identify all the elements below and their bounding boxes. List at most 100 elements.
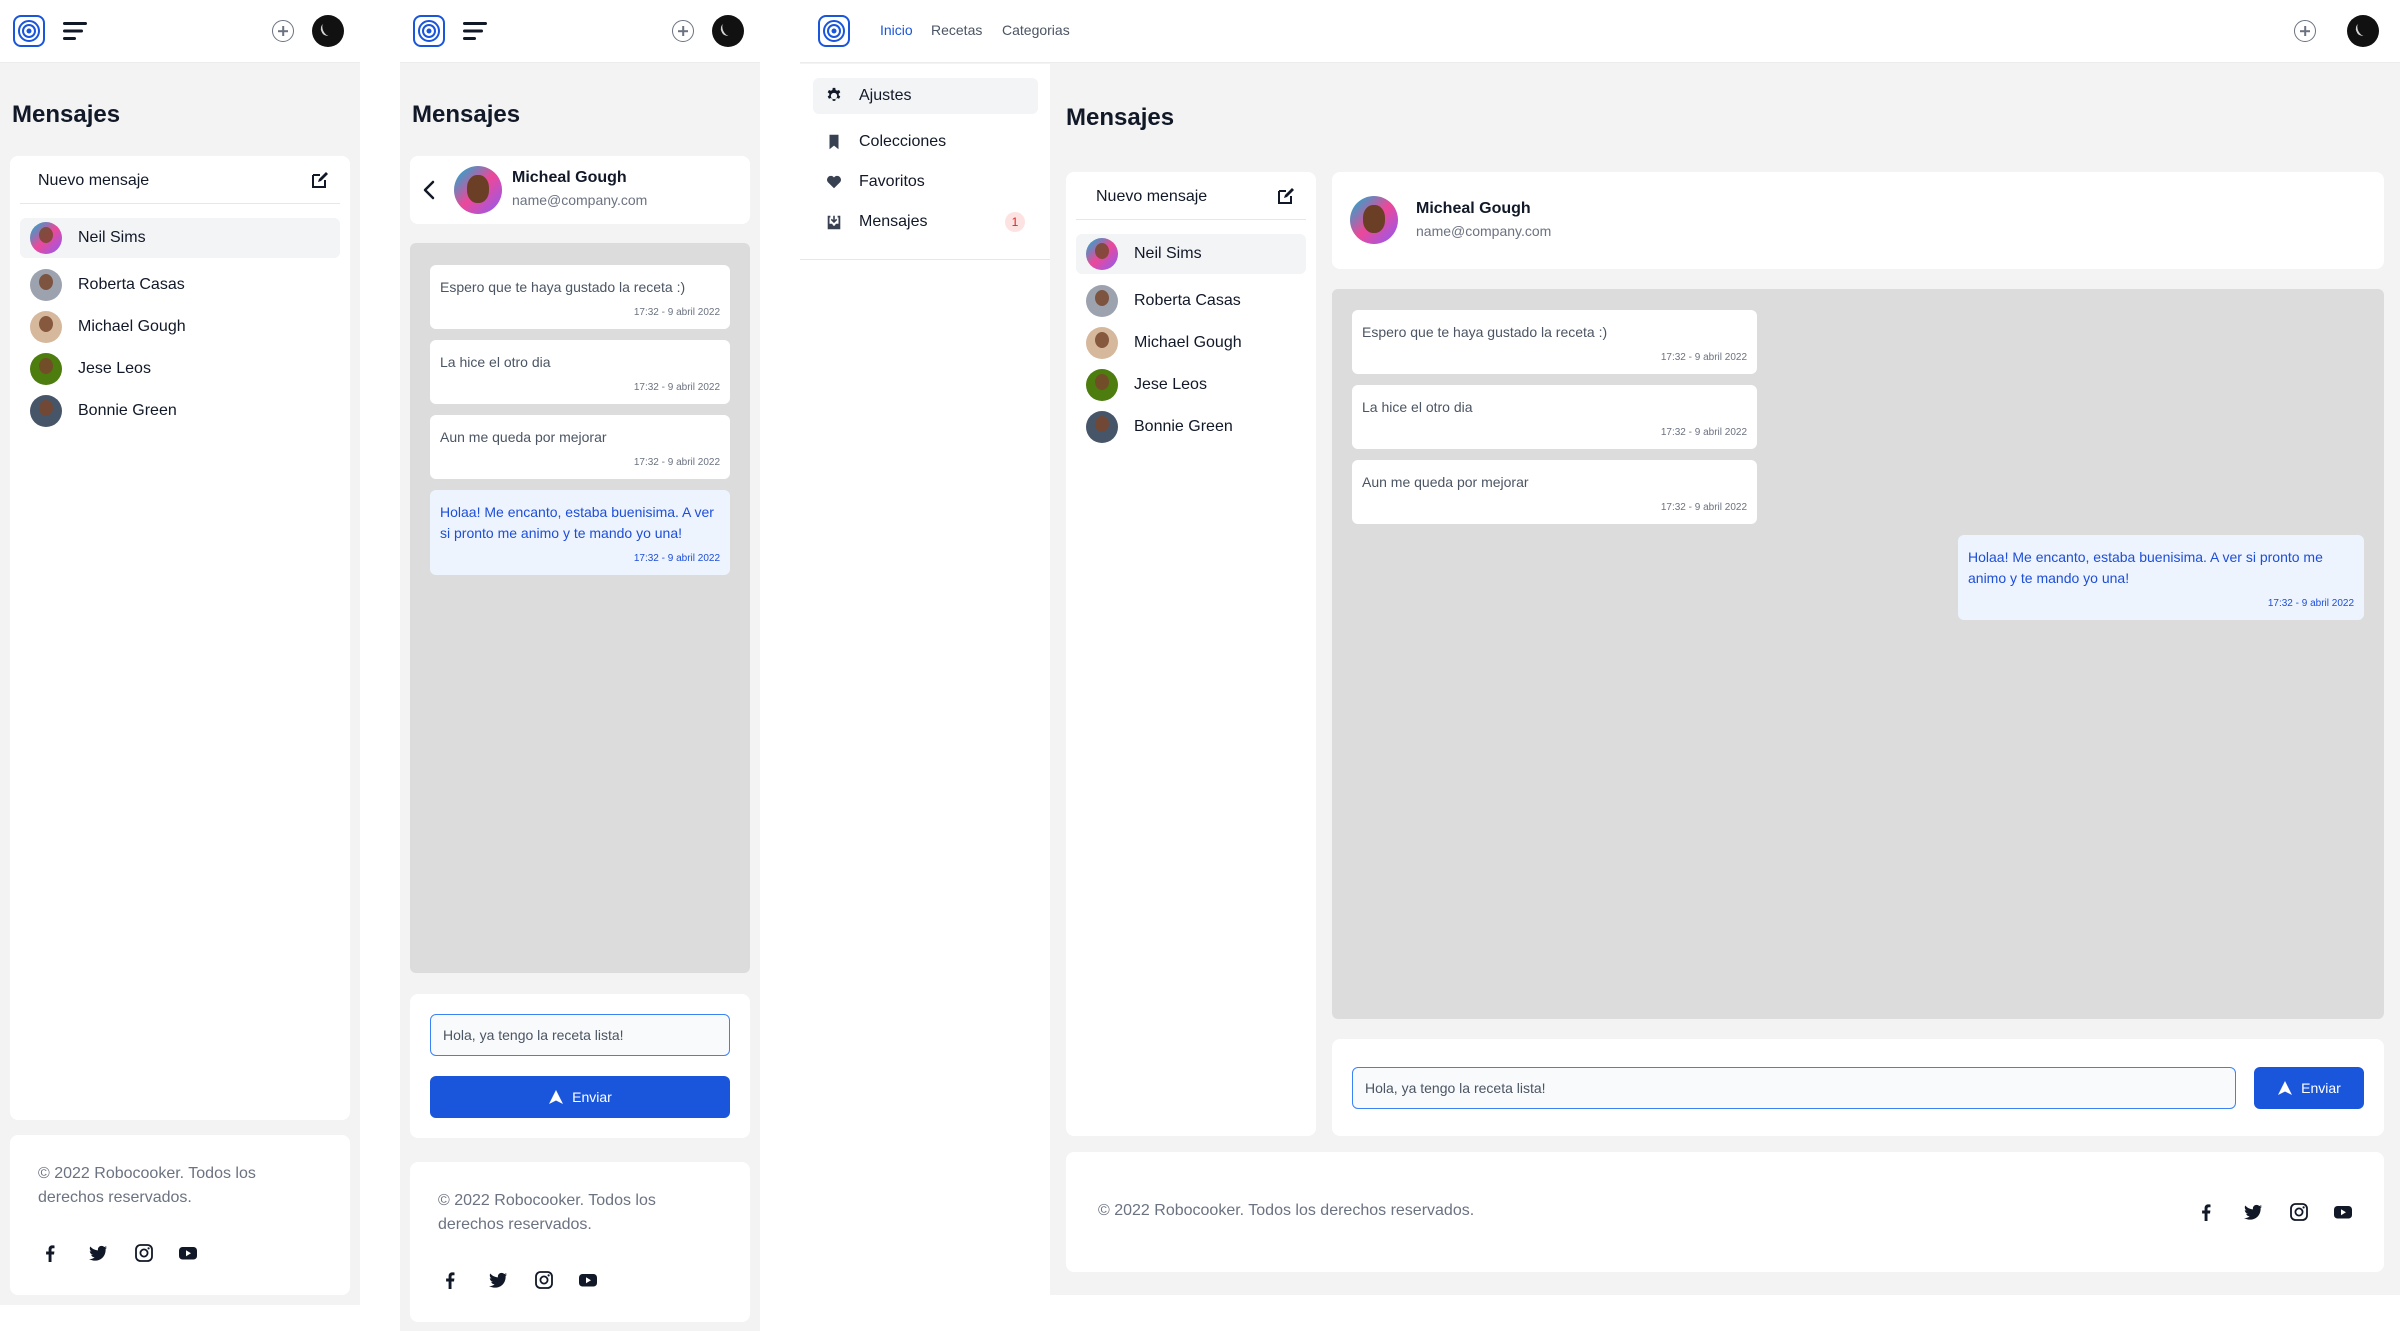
logo-icon[interactable]	[13, 15, 45, 47]
facebook-icon[interactable]	[2196, 1202, 2216, 1222]
message-time: 17:32 - 9 abril 2022	[1660, 352, 1747, 363]
contact-name: Michael Gough	[78, 318, 186, 335]
send-button[interactable]: Enviar	[2254, 1067, 2364, 1109]
nav-link-categorias[interactable]: Categorias	[1002, 22, 1070, 38]
contact-avatar	[1086, 369, 1118, 401]
page-title: Mensajes	[412, 101, 521, 128]
contact-item[interactable]: Bonnie Green	[1076, 407, 1306, 447]
message-input[interactable]	[1352, 1067, 2236, 1109]
contact-avatar	[30, 395, 62, 427]
sidebar-item-mensajes[interactable]: Mensajes 1	[813, 204, 1038, 240]
sidebar-item-ajustes[interactable]: Ajustes	[813, 78, 1038, 114]
contact-item[interactable]: Neil Sims	[1076, 234, 1306, 274]
chat-contact-avatar	[1350, 196, 1398, 244]
add-icon[interactable]	[2294, 20, 2316, 42]
mobile-contacts-panel: Mensajes Nuevo mensaje Neil Sims Roberta…	[0, 0, 360, 1305]
message-time: 17:32 - 9 abril 2022	[633, 382, 720, 393]
top-bar: Inicio Recetas Categorias	[800, 0, 2400, 63]
footer-copyright: © 2022 Robocooker. Todos los derechos re…	[1098, 1202, 1475, 1219]
facebook-icon[interactable]	[440, 1270, 460, 1290]
contact-item[interactable]: Roberta Casas	[20, 265, 340, 305]
contact-name: Jese Leos	[1134, 376, 1207, 393]
back-arrow-icon[interactable]	[422, 180, 436, 200]
message-text: Holaa! Me encanto, estaba buenisima. A v…	[1968, 549, 2323, 586]
inbox-icon	[827, 215, 841, 230]
contact-avatar	[1086, 285, 1118, 317]
contacts-card: Nuevo mensaje Neil Sims Roberta Casas Mi…	[10, 156, 350, 1120]
youtube-icon[interactable]	[578, 1270, 598, 1290]
send-button[interactable]: Enviar	[430, 1076, 730, 1118]
twitter-icon[interactable]	[2243, 1202, 2263, 1222]
contact-item[interactable]: Neil Sims	[20, 218, 340, 258]
hamburger-menu-icon[interactable]	[463, 21, 487, 41]
gear-icon	[827, 87, 841, 101]
new-message-label: Nuevo mensaje	[38, 171, 150, 189]
desktop-panel: Inicio Recetas Categorias Ajustes Colecc…	[800, 0, 2400, 1295]
contact-item[interactable]: Michael Gough	[20, 307, 340, 347]
message-input[interactable]	[430, 1014, 730, 1056]
youtube-icon[interactable]	[178, 1243, 198, 1263]
footer: © 2022 Robocooker. Todos los derechos re…	[1066, 1152, 2384, 1272]
new-message-button[interactable]: Nuevo mensaje	[20, 158, 340, 204]
chat-contact-email: name@company.com	[512, 192, 648, 208]
twitter-icon[interactable]	[88, 1243, 108, 1263]
message-text: Aun me queda por mejorar	[1362, 474, 1529, 490]
contact-avatar	[30, 222, 62, 254]
user-avatar[interactable]	[712, 15, 744, 47]
page-title: Mensajes	[12, 101, 121, 128]
footer-copyright: © 2022 Robocooker. Todos los derechos re…	[38, 1162, 328, 1210]
twitter-icon[interactable]	[488, 1270, 508, 1290]
mobile-chat-panel: Mensajes Micheal Gough name@company.com …	[400, 0, 760, 1331]
sidebar-divider	[800, 259, 1050, 260]
instagram-icon[interactable]	[134, 1243, 154, 1263]
contact-item[interactable]: Jese Leos	[1076, 365, 1306, 405]
compose-area: Enviar	[410, 994, 750, 1138]
footer-copyright: © 2022 Robocooker. Todos los derechos re…	[438, 1189, 728, 1237]
add-icon[interactable]	[672, 20, 694, 42]
contact-item[interactable]: Bonnie Green	[20, 391, 340, 431]
instagram-icon[interactable]	[534, 1270, 554, 1290]
user-avatar[interactable]	[2347, 15, 2379, 47]
logo-icon[interactable]	[413, 15, 445, 47]
contact-avatar	[30, 353, 62, 385]
new-message-button[interactable]: Nuevo mensaje	[1076, 174, 1306, 220]
contact-item[interactable]: Jese Leos	[20, 349, 340, 389]
contact-name: Jese Leos	[78, 360, 151, 377]
sidebar-item-colecciones[interactable]: Colecciones	[813, 124, 1038, 160]
youtube-icon[interactable]	[2333, 1202, 2353, 1222]
chat-contact-email: name@company.com	[1416, 223, 1552, 239]
message-thread: Espero que te haya gustado la receta :) …	[410, 243, 750, 973]
send-icon	[2278, 1081, 2293, 1095]
hamburger-menu-icon[interactable]	[63, 21, 87, 41]
facebook-icon[interactable]	[40, 1243, 60, 1263]
message-text: Holaa! Me encanto, estaba buenisima. A v…	[440, 504, 714, 541]
message-time: 17:32 - 9 abril 2022	[1660, 427, 1747, 438]
contact-avatar	[1086, 238, 1118, 270]
message-text: La hice el otro dia	[440, 354, 551, 370]
nav-link-recetas[interactable]: Recetas	[931, 22, 982, 38]
sidebar-item-label: Favoritos	[859, 173, 925, 190]
chat-header: Micheal Gough name@company.com	[1332, 172, 2384, 269]
new-message-label: Nuevo mensaje	[1096, 187, 1208, 205]
footer-copyright-line: © 2022 Robocooker. Todos los	[38, 1165, 256, 1182]
add-icon[interactable]	[272, 20, 294, 42]
contact-name: Roberta Casas	[78, 276, 185, 293]
message-text: La hice el otro dia	[1362, 399, 1473, 415]
nav-link-inicio[interactable]: Inicio	[880, 22, 913, 38]
message-time: 17:32 - 9 abril 2022	[2267, 598, 2354, 609]
bookmark-icon	[829, 134, 839, 150]
user-avatar[interactable]	[312, 15, 344, 47]
chat-contact-name: Micheal Gough	[1416, 200, 1531, 217]
logo-icon[interactable]	[818, 15, 850, 47]
sidebar-item-favoritos[interactable]: Favoritos	[813, 164, 1038, 200]
send-label: Enviar	[572, 1089, 612, 1105]
instagram-icon[interactable]	[2289, 1202, 2309, 1222]
message-text: Espero que te haya gustado la receta :)	[1362, 324, 1608, 340]
contact-name: Michael Gough	[1134, 334, 1242, 351]
page-title: Mensajes	[1066, 104, 1175, 131]
contact-item[interactable]: Roberta Casas	[1076, 281, 1306, 321]
message-bubble: Espero que te haya gustado la receta :) …	[1352, 310, 1757, 374]
message-text: Espero que te haya gustado la receta :)	[440, 279, 686, 295]
contact-item[interactable]: Michael Gough	[1076, 323, 1306, 363]
sidebar: Ajustes Colecciones Favoritos Mensajes 1	[800, 64, 1050, 1295]
